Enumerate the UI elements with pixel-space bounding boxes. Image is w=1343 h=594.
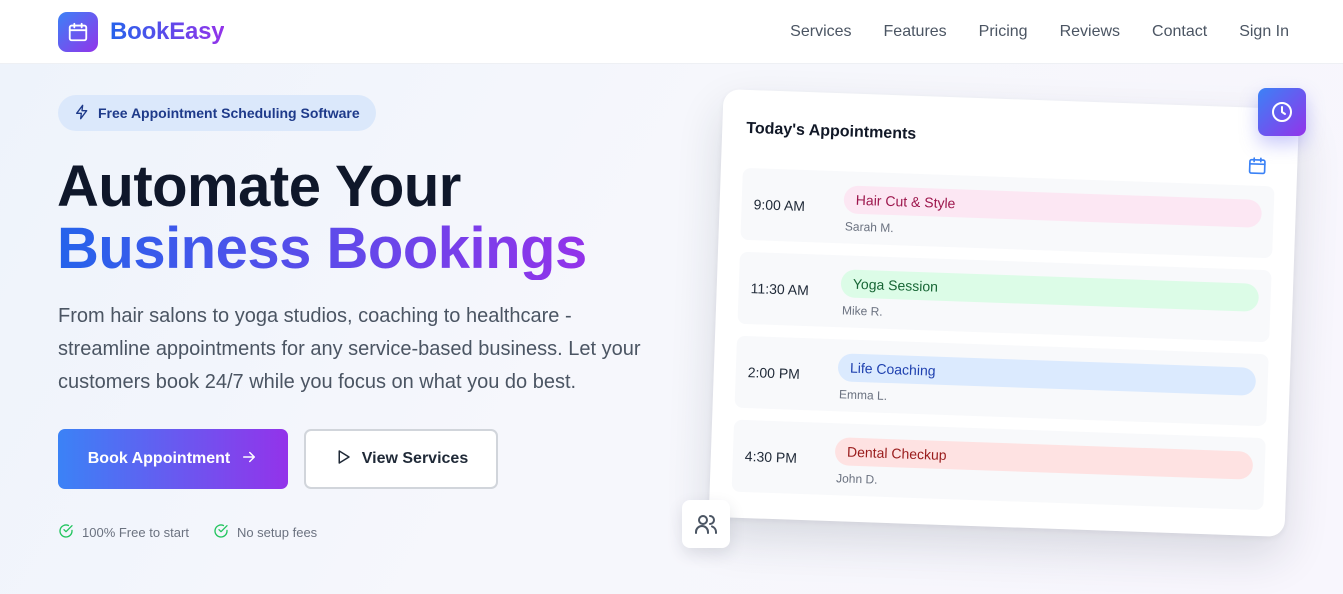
hero-badge-text: Free Appointment Scheduling Software [98,105,360,121]
nav-link-features[interactable]: Features [884,23,947,41]
appointment-row[interactable]: 11:30 AM Yoga Session Mike R. [737,251,1272,343]
hero-headline: Automate Your Business Bookings [57,156,587,280]
appointment-time: 4:30 PM [744,448,798,466]
check-circle-icon [213,523,229,542]
book-appointment-label: Book Appointment [87,450,231,467]
book-appointment-button[interactable]: Book Appointment [58,429,288,489]
appointment-row[interactable]: 4:30 PM Dental Checkup John D. [731,419,1266,511]
appointment-row[interactable]: 2:00 PM Life Coaching Emma L. [734,335,1269,427]
nav-link-services[interactable]: Services [790,23,851,41]
appointment-list: 9:00 AM Hair Cut & Style Sarah M. 11:30 … [731,167,1275,511]
arrow-right-icon [240,448,258,471]
perk-text: No setup fees [236,525,318,540]
view-services-button[interactable]: View Services [304,429,498,489]
clock-icon[interactable] [1258,88,1306,136]
card-title: Today's Appointments [745,119,917,143]
appointment-time: 2:00 PM [747,364,801,382]
lightning-icon [74,104,90,123]
hero-badge: Free Appointment Scheduling Software [58,95,376,131]
top-navbar: BookEasy Services Features Pricing Revie… [0,0,1343,64]
nav-link-sign-in[interactable]: Sign In [1239,23,1289,41]
nav-link-reviews[interactable]: Reviews [1060,23,1120,41]
headline-line-1: Automate Your [57,154,461,219]
perks-list: 100% Free to start No setup fees [58,523,317,542]
calendar-icon [58,11,98,52]
appointment-time: 9:00 AM [753,196,806,214]
appointment-time: 11:30 AM [750,280,810,299]
headline-line-2: Business Bookings [57,216,587,281]
perk-item: No setup fees [213,523,317,542]
nav-link-contact[interactable]: Contact [1152,23,1207,41]
perk-text: 100% Free to start [82,525,189,540]
appointments-card: Today's Appointments 9:00 AM Hair Cut & … [708,89,1300,537]
calendar-icon [1247,155,1268,181]
nav-links: Services Features Pricing Reviews Contac… [790,23,1289,41]
perk-item: 100% Free to start [58,523,189,542]
brand-name: BookEasy [110,17,225,45]
users-icon[interactable] [682,500,730,548]
check-circle-icon [58,523,74,542]
nav-link-pricing[interactable]: Pricing [979,23,1028,41]
brand[interactable]: BookEasy [58,11,225,52]
play-icon [334,448,352,471]
view-services-label: View Services [361,450,469,467]
hero-description: From hair salons to yoga studios, coachi… [58,305,641,393]
appointment-row[interactable]: 9:00 AM Hair Cut & Style Sarah M. [740,167,1275,259]
hero-section: Free Appointment Scheduling Software Aut… [0,64,1343,594]
